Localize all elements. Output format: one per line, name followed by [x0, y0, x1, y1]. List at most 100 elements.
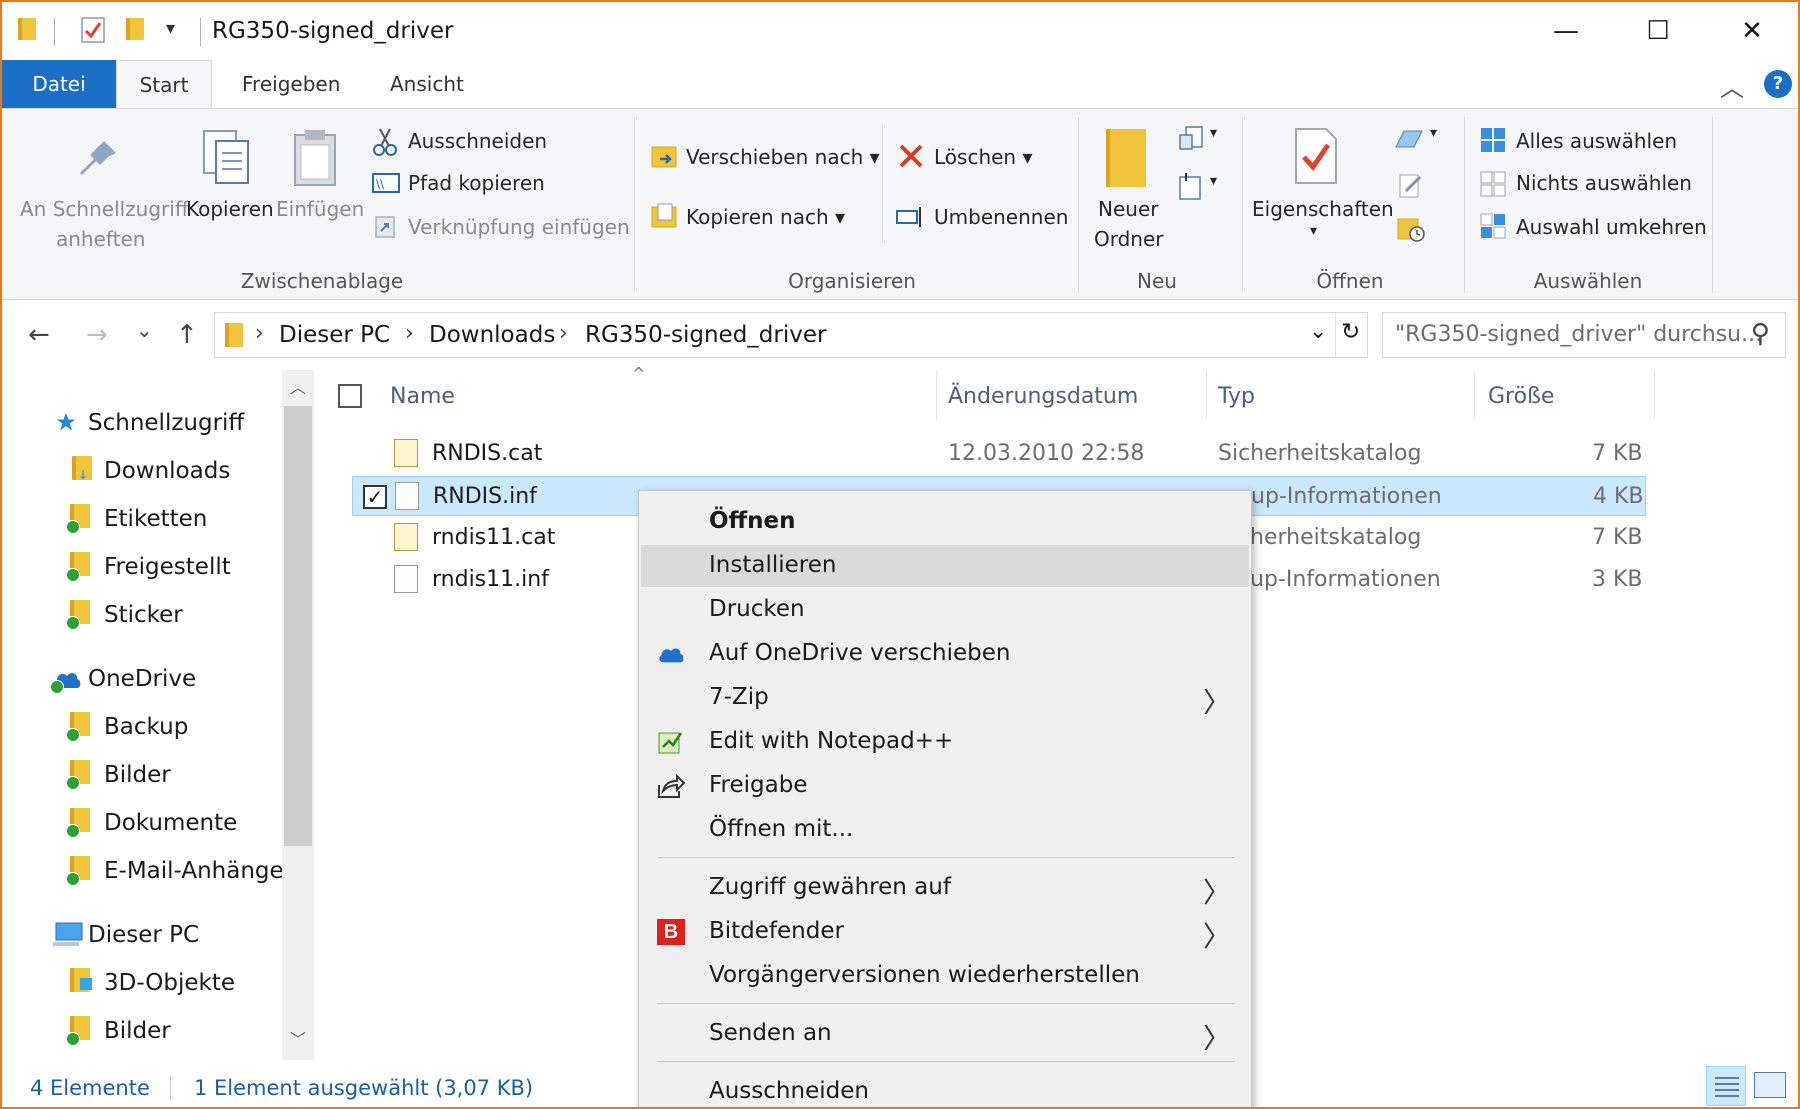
- paste-shortcut-button[interactable]: Verknüpfung einfügen: [408, 215, 630, 239]
- row-checkbox-checked[interactable]: ✓: [363, 485, 387, 509]
- menu-item-cut[interactable]: Ausschneiden: [641, 1071, 1249, 1107]
- nav-item-backup[interactable]: Backup: [104, 714, 188, 740]
- breadcrumb-downloads[interactable]: Downloads: [429, 322, 555, 348]
- search-input[interactable]: "RG350-signed_driver" durchsu...: [1395, 322, 1762, 347]
- breadcrumb-separator[interactable]: ›: [559, 321, 568, 346]
- nav-item-downloads[interactable]: Downloads: [104, 458, 230, 484]
- search-box[interactable]: "RG350-signed_driver" durchsu... ⚲: [1382, 312, 1786, 358]
- new-item-dropdown-icon[interactable]: ▾: [1210, 125, 1217, 141]
- nav-item-onedrive[interactable]: OneDrive: [88, 666, 196, 692]
- paste-button[interactable]: Einfügen: [276, 197, 364, 221]
- menu-item-move-to-onedrive[interactable]: Auf OneDrive verschieben: [641, 633, 1249, 675]
- column-header-size[interactable]: Größe: [1488, 384, 1554, 409]
- menu-item-restore-previous-versions[interactable]: Vorgängerversionen wiederherstellen: [641, 955, 1249, 997]
- address-bar[interactable]: › Dieser PC › Downloads › RG350-signed_d…: [214, 312, 1368, 358]
- scroll-thumb[interactable]: [284, 406, 312, 846]
- select-all-button[interactable]: Alles auswählen: [1516, 129, 1677, 153]
- nav-item-etiketten[interactable]: Etiketten: [104, 506, 207, 532]
- column-header-type[interactable]: Typ: [1218, 384, 1255, 409]
- edit-icon[interactable]: [1398, 171, 1424, 199]
- menu-item-notepadpp[interactable]: Edit with Notepad++: [641, 721, 1249, 763]
- new-item-icon[interactable]: [1178, 125, 1206, 153]
- file-name[interactable]: rndis11.cat: [432, 525, 555, 550]
- select-none-button[interactable]: Nichts auswählen: [1516, 171, 1692, 195]
- file-name[interactable]: RNDIS.inf: [433, 484, 537, 509]
- invert-selection-button[interactable]: Auswahl umkehren: [1516, 215, 1707, 239]
- column-divider[interactable]: [1474, 370, 1475, 420]
- table-row[interactable]: RNDIS.cat 12.03.2010 22:58 Sicherheitska…: [352, 434, 1646, 474]
- up-button[interactable]: ↑: [176, 320, 198, 350]
- new-folder-icon[interactable]: [126, 18, 144, 40]
- tab-datei[interactable]: Datei: [2, 60, 116, 108]
- quick-access-dropdown-icon[interactable]: ▾: [166, 18, 175, 39]
- menu-item-install[interactable]: Installieren: [641, 545, 1249, 587]
- menu-item-open[interactable]: Öffnen: [641, 501, 1249, 543]
- nav-item-sticker[interactable]: Sticker: [104, 602, 183, 628]
- back-button[interactable]: ←: [28, 320, 50, 350]
- recent-locations-button[interactable]: ⌄: [136, 318, 153, 342]
- column-header-name[interactable]: Name: [390, 384, 455, 409]
- tab-ansicht[interactable]: Ansicht: [368, 60, 486, 108]
- tab-start[interactable]: Start: [116, 60, 212, 109]
- menu-item-share[interactable]: Freigabe: [641, 765, 1249, 807]
- delete-button[interactable]: Löschen ▾: [934, 145, 1033, 169]
- properties-checkmark-icon[interactable]: [80, 16, 106, 44]
- copy-icon: [203, 130, 249, 184]
- move-to-button[interactable]: Verschieben nach ▾: [686, 145, 880, 169]
- breadcrumb-separator[interactable]: ›: [405, 321, 414, 346]
- nav-item-3d-objects[interactable]: 3D-Objekte: [104, 970, 235, 996]
- menu-item-send-to[interactable]: Senden an 〉: [641, 1013, 1249, 1055]
- file-name[interactable]: RNDIS.cat: [432, 441, 542, 466]
- help-icon[interactable]: ?: [1764, 70, 1792, 98]
- pin-to-quick-access-button[interactable]: An Schnellzugriff: [20, 197, 189, 221]
- copy-to-button[interactable]: Kopieren nach ▾: [686, 205, 845, 229]
- properties-button[interactable]: Eigenschaften: [1252, 197, 1394, 221]
- refresh-button[interactable]: ↻: [1341, 319, 1360, 345]
- menu-item-give-access-to[interactable]: Zugriff gewähren auf 〉: [641, 867, 1249, 909]
- nav-item-freigestellt[interactable]: Freigestellt: [104, 554, 231, 580]
- copy-path-button[interactable]: Pfad kopieren: [408, 171, 545, 195]
- breadcrumb-dieser-pc[interactable]: Dieser PC: [279, 322, 390, 348]
- column-divider[interactable]: [936, 370, 937, 420]
- menu-item-7zip[interactable]: 7-Zip 〉: [641, 677, 1249, 719]
- close-button[interactable]: ✕: [1704, 2, 1798, 60]
- open-icon[interactable]: [1394, 125, 1424, 153]
- nav-item-dokumente[interactable]: Dokumente: [104, 810, 237, 836]
- column-header-date[interactable]: Änderungsdatum: [948, 384, 1138, 409]
- minimize-button[interactable]: —: [1520, 2, 1612, 60]
- sync-check-icon: [66, 520, 80, 534]
- copy-button[interactable]: Kopieren: [186, 197, 274, 221]
- maximize-button[interactable]: ☐: [1612, 2, 1704, 60]
- menu-item-print[interactable]: Drucken: [641, 589, 1249, 631]
- scroll-up-arrow[interactable]: ︿: [282, 372, 314, 404]
- file-name[interactable]: rndis11.inf: [432, 567, 549, 592]
- new-folder-button[interactable]: Neuer: [1098, 197, 1158, 221]
- select-all-checkbox[interactable]: [338, 384, 362, 408]
- cut-button[interactable]: Ausschneiden: [408, 129, 547, 153]
- properties-dropdown-icon[interactable]: ▾: [1310, 223, 1317, 239]
- nav-item-email-attachments[interactable]: E-Mail-Anhänge: [104, 858, 284, 884]
- tab-freigeben[interactable]: Freigeben: [220, 60, 362, 108]
- scroll-down-arrow[interactable]: ﹀: [282, 1024, 314, 1056]
- nav-item-this-pc[interactable]: Dieser PC: [88, 922, 199, 948]
- column-divider[interactable]: [1206, 370, 1207, 420]
- ribbon-collapse-icon[interactable]: ︿: [1720, 68, 1744, 103]
- column-divider[interactable]: [1654, 370, 1655, 420]
- nav-item-bilder-onedrive[interactable]: Bilder: [104, 762, 171, 788]
- nav-scrollbar[interactable]: ︿ ﹀: [282, 370, 314, 1060]
- easy-access-dropdown-icon[interactable]: ▾: [1210, 173, 1217, 189]
- easy-access-icon[interactable]: [1176, 171, 1204, 201]
- nav-item-quick-access[interactable]: Schnellzugriff: [88, 410, 244, 436]
- nav-item-bilder-pc[interactable]: Bilder: [104, 1018, 171, 1044]
- search-icon[interactable]: ⚲: [1751, 319, 1770, 349]
- history-icon[interactable]: [1396, 213, 1426, 243]
- breadcrumb-current-folder[interactable]: RG350-signed_driver: [585, 322, 826, 348]
- address-dropdown-button[interactable]: ⌄: [1309, 319, 1327, 344]
- large-icons-view-icon[interactable]: [1754, 1072, 1786, 1098]
- details-view-icon[interactable]: [1706, 1066, 1746, 1106]
- menu-item-bitdefender[interactable]: B Bitdefender 〉: [641, 911, 1249, 953]
- menu-item-open-with[interactable]: Öffnen mit...: [641, 809, 1249, 851]
- rename-button[interactable]: Umbenennen: [934, 205, 1068, 229]
- forward-button[interactable]: →: [86, 320, 108, 350]
- open-dropdown-icon[interactable]: ▾: [1430, 125, 1437, 141]
